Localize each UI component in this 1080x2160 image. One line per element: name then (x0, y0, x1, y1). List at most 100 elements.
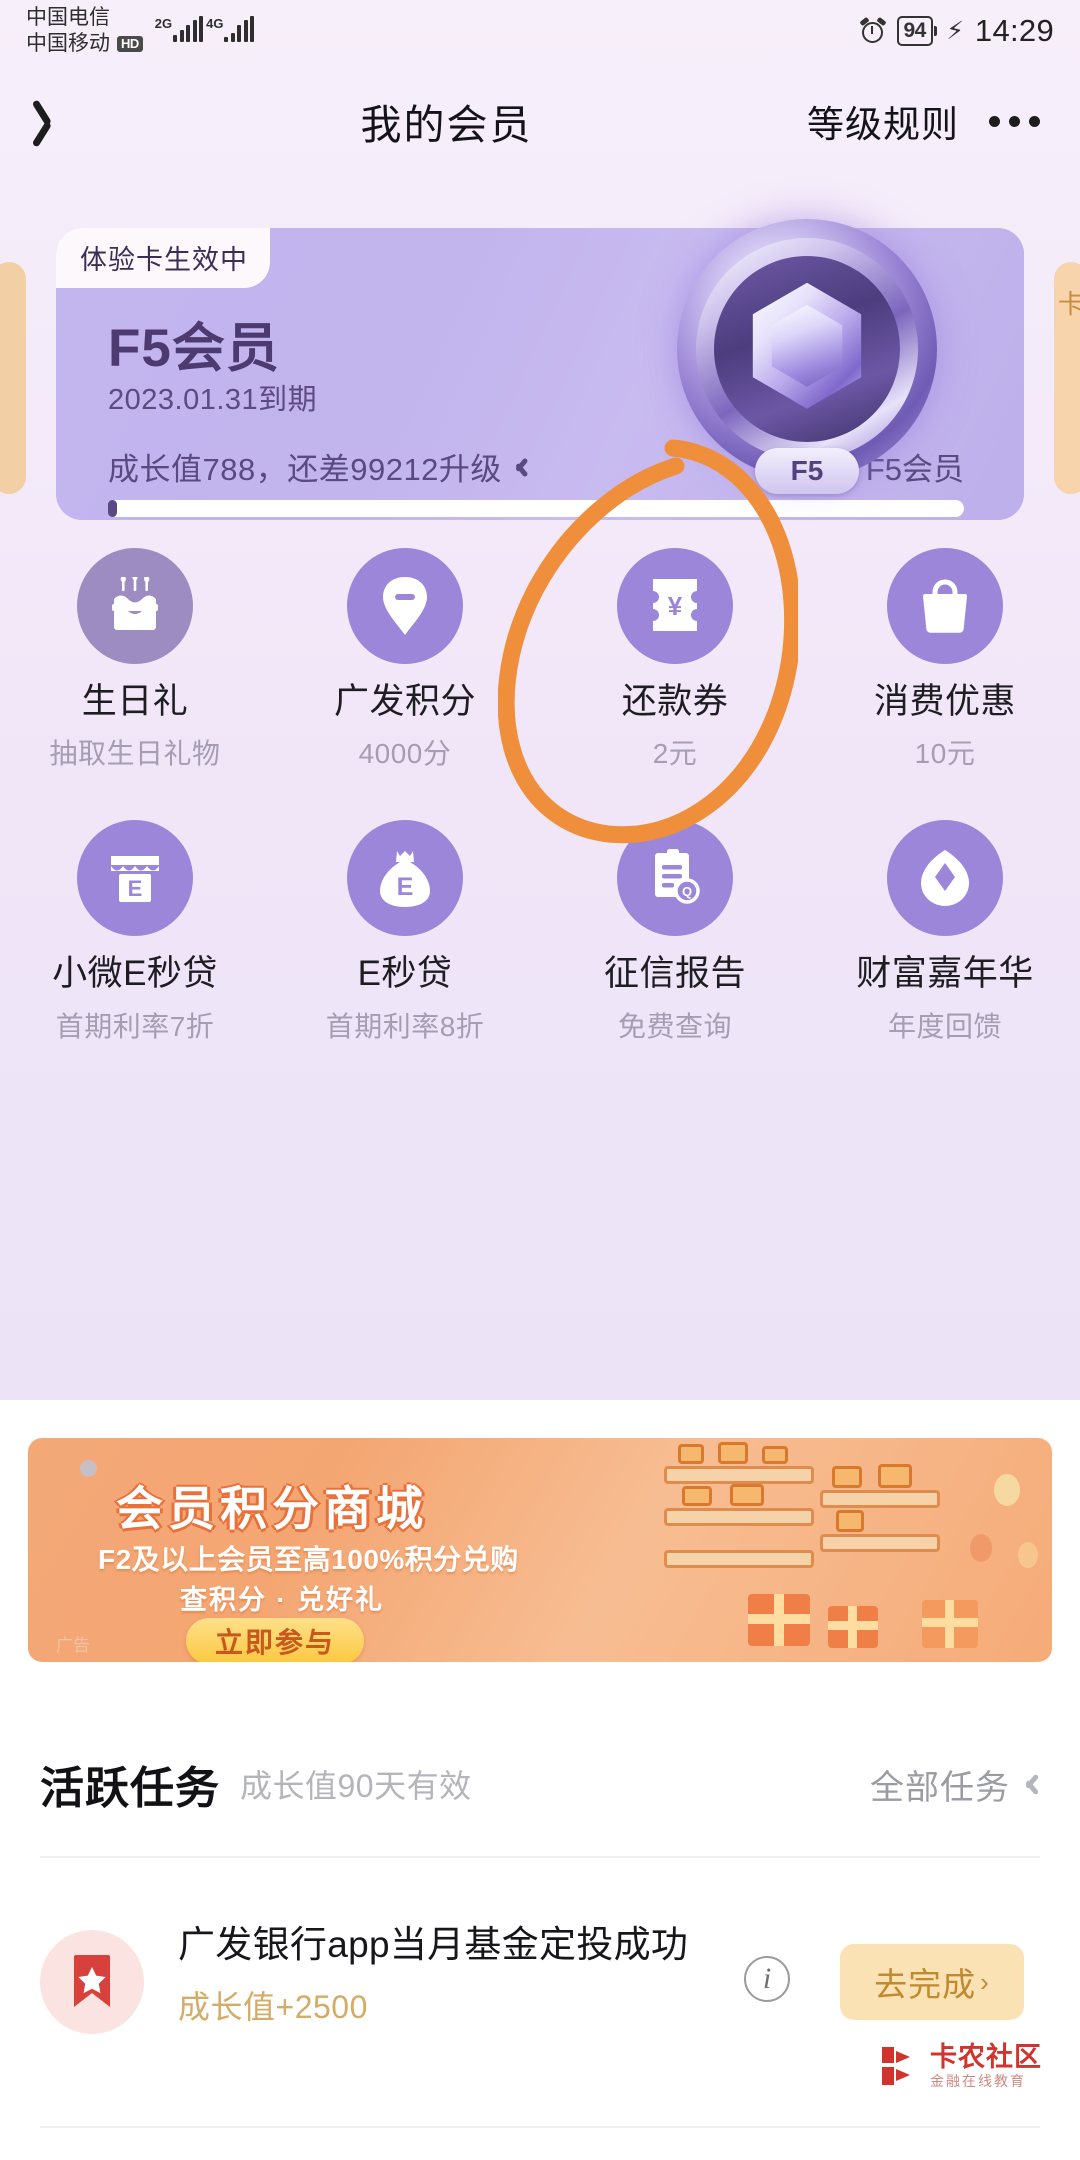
benefit-item-1[interactable]: 生日礼 抽取生日礼物 (0, 548, 270, 772)
benefit-title: 消费优惠 (873, 682, 1016, 721)
carrier-1-label: 中国电信 (26, 6, 110, 30)
status-bar-left: 中国电信 中国移动 HD 2G 4G (26, 5, 255, 57)
carrier-row-1: 中国电信 (26, 5, 143, 31)
tasks-subtitle: 成长值90天有效 (240, 1768, 472, 1804)
tasks-title: 活跃任务 (40, 1764, 220, 1813)
benefit-subtitle: 首期利率7折 (55, 1010, 215, 1042)
signal-unit-1: 2G (154, 16, 204, 42)
membership-level-title: F5会员 (108, 319, 280, 378)
gem-drop-icon (887, 820, 1003, 937)
banner-illustration (622, 1438, 1052, 1662)
growth-value-row[interactable]: 成长值788，还差99212升级 (108, 444, 529, 489)
watermark: 卡农社区 金融在线教育 (874, 2042, 1042, 2089)
benefit-item-7[interactable]: Q 征信报告免费查询 (540, 820, 810, 1044)
hd-badge: HD (117, 35, 143, 52)
benefit-item-4[interactable]: 消费优惠 10元 (810, 548, 1080, 772)
info-circle-icon[interactable]: i (744, 1956, 790, 2002)
carrier-2-label: 中国移动 (26, 32, 110, 55)
credit-report-icon: Q (617, 820, 733, 937)
benefit-item-3[interactable]: ¥ 还款券 2元 (540, 548, 810, 772)
benefit-item-5[interactable]: E 小微E秒贷首期利率7折 (0, 820, 270, 1044)
growth-value-label: 成长值788，还差99212升级 (108, 452, 502, 487)
page-title: 我的会员 (360, 102, 533, 148)
storefront-e-icon: E (77, 820, 193, 937)
coupon-yuan-icon: ¥ (617, 548, 733, 664)
shopping-bag-icon (887, 548, 1003, 664)
alarm-clock-icon (858, 16, 887, 44)
bookmark-star-icon (40, 1930, 144, 2034)
carrier-row-2: 中国移动 HD (26, 31, 143, 57)
battery-icon: 94 (896, 15, 938, 47)
benefit-item-6[interactable]: E E秒贷 首期利率8折 (270, 820, 540, 1044)
task-content: 广发银行app当月基金定投成功 成长值+2500 (178, 1916, 738, 2028)
benefit-subtitle: 2元 (652, 738, 698, 770)
benefit-title: E秒贷 (357, 954, 453, 994)
app-screen: 中国电信 中国移动 HD 2G 4G 94 ⚡ 14:29 我的会员 等级规则 … (0, 0, 1080, 2160)
benefit-title: 财富嘉年华 (856, 954, 1034, 994)
nav-bar: 我的会员 等级规则 (0, 62, 1080, 180)
tasks-divider (40, 1856, 1040, 1858)
benefit-subtitle: 10元 (914, 738, 976, 770)
benefit-item-8[interactable]: 财富嘉年华 年度回馈 (810, 820, 1080, 1044)
watermark-logo-icon (874, 2043, 920, 2089)
watermark-sub-label: 金融在线教育 (930, 2073, 1026, 2090)
benefit-title: 还款券 (621, 682, 729, 721)
network-type-2-label: 4G (206, 16, 224, 31)
more-dots-icon (989, 115, 1000, 127)
benefits-grid: 生日礼 抽取生日礼物 广发积分 4000分 ¥ 还款券 2元 消费优惠 10元 E 小微E秒贷 首期利… (0, 548, 1080, 1045)
points-mall-banner[interactable]: 会员积分商城 F2及以上会员至高100%积分兑购 查积分 · 兑好礼 立即参与 … (28, 1438, 1052, 1662)
chevron-right-icon (514, 454, 529, 480)
banner-join-button[interactable]: 立即参与 (186, 1618, 364, 1662)
benefit-subtitle: 年度回馈 (887, 1010, 1002, 1042)
battery-level-label: 94 (896, 15, 933, 47)
diamond-pin-icon (347, 548, 463, 664)
signal-unit-2: 4G (206, 16, 255, 42)
watermark-text: 卡农社区 金融在线教育 (930, 2042, 1042, 2089)
trial-card-badge: 体验卡生效中 (56, 228, 270, 288)
all-tasks-link[interactable]: 全部任务 (870, 1760, 1040, 1809)
more-options-button[interactable] (989, 115, 1040, 127)
svg-text:¥: ¥ (668, 591, 683, 621)
medal-level-label: F5 (755, 448, 859, 494)
benefit-subtitle: 抽取生日礼物 (49, 738, 221, 770)
benefit-title: 征信报告 (603, 954, 746, 994)
task-title: 广发银行app当月基金定投成功 (178, 1924, 689, 1965)
benefit-title: 生日礼 (81, 682, 189, 721)
clock-label: 14:29 (974, 13, 1054, 48)
membership-expiry-label: 2023.01.31到期 (108, 384, 318, 416)
signal-bars-1-icon (173, 16, 204, 42)
banner-subtitle-2: 查积分 · 兑好礼 (180, 1585, 384, 1615)
card-peek-right[interactable]: 卡 (1054, 262, 1080, 494)
membership-medal-icon: F5 (642, 184, 972, 514)
benefit-subtitle: 免费查询 (617, 1010, 732, 1042)
growth-progress-fill (108, 500, 117, 517)
membership-card-carousel: 卡 体验卡生效中 F5会员 2023.01.31到期 成长值788，还差9921… (0, 219, 1080, 520)
task-go-button[interactable]: 去完成 › (840, 1944, 1024, 2020)
status-bar: 中国电信 中国移动 HD 2G 4G 94 ⚡ 14:29 (0, 0, 1080, 62)
svg-text:E: E (397, 873, 414, 901)
status-bar-right: 94 ⚡ 14:29 (858, 13, 1055, 49)
banner-ad-mark: 广告 (56, 1636, 90, 1655)
signal-icons: 2G 4G (155, 16, 255, 46)
benefit-title: 广发积分 (333, 682, 476, 721)
bottom-divider (40, 2126, 1040, 2128)
membership-card[interactable]: 体验卡生效中 F5会员 2023.01.31到期 成长值788，还差99212升… (56, 219, 1024, 520)
card-peek-left[interactable] (0, 262, 26, 494)
tasks-section-header: 活跃任务 成长值90天有效 全部任务 (40, 1738, 1040, 1830)
money-bag-e-icon: E (347, 820, 463, 937)
benefit-title: 小微E秒贷 (52, 954, 218, 994)
svg-text:E: E (128, 876, 143, 901)
level-rules-link[interactable]: 等级规则 (807, 94, 959, 148)
task-go-label: 去完成 (874, 1966, 977, 2003)
benefit-subtitle: 4000分 (358, 738, 452, 770)
svg-text:Q: Q (682, 884, 692, 899)
chevron-right-icon: › (980, 1966, 990, 1997)
chevron-left-icon (42, 97, 69, 145)
network-type-1-label: 2G (154, 16, 173, 31)
birthday-cake-icon (77, 548, 193, 664)
task-reward-label: 成长值+2500 (178, 1988, 368, 2025)
charging-bolt-icon: ⚡ (946, 17, 964, 45)
benefit-item-2[interactable]: 广发积分 4000分 (270, 548, 540, 772)
signal-bars-2-icon (224, 16, 255, 42)
all-tasks-label: 全部任务 (870, 1768, 1010, 1807)
